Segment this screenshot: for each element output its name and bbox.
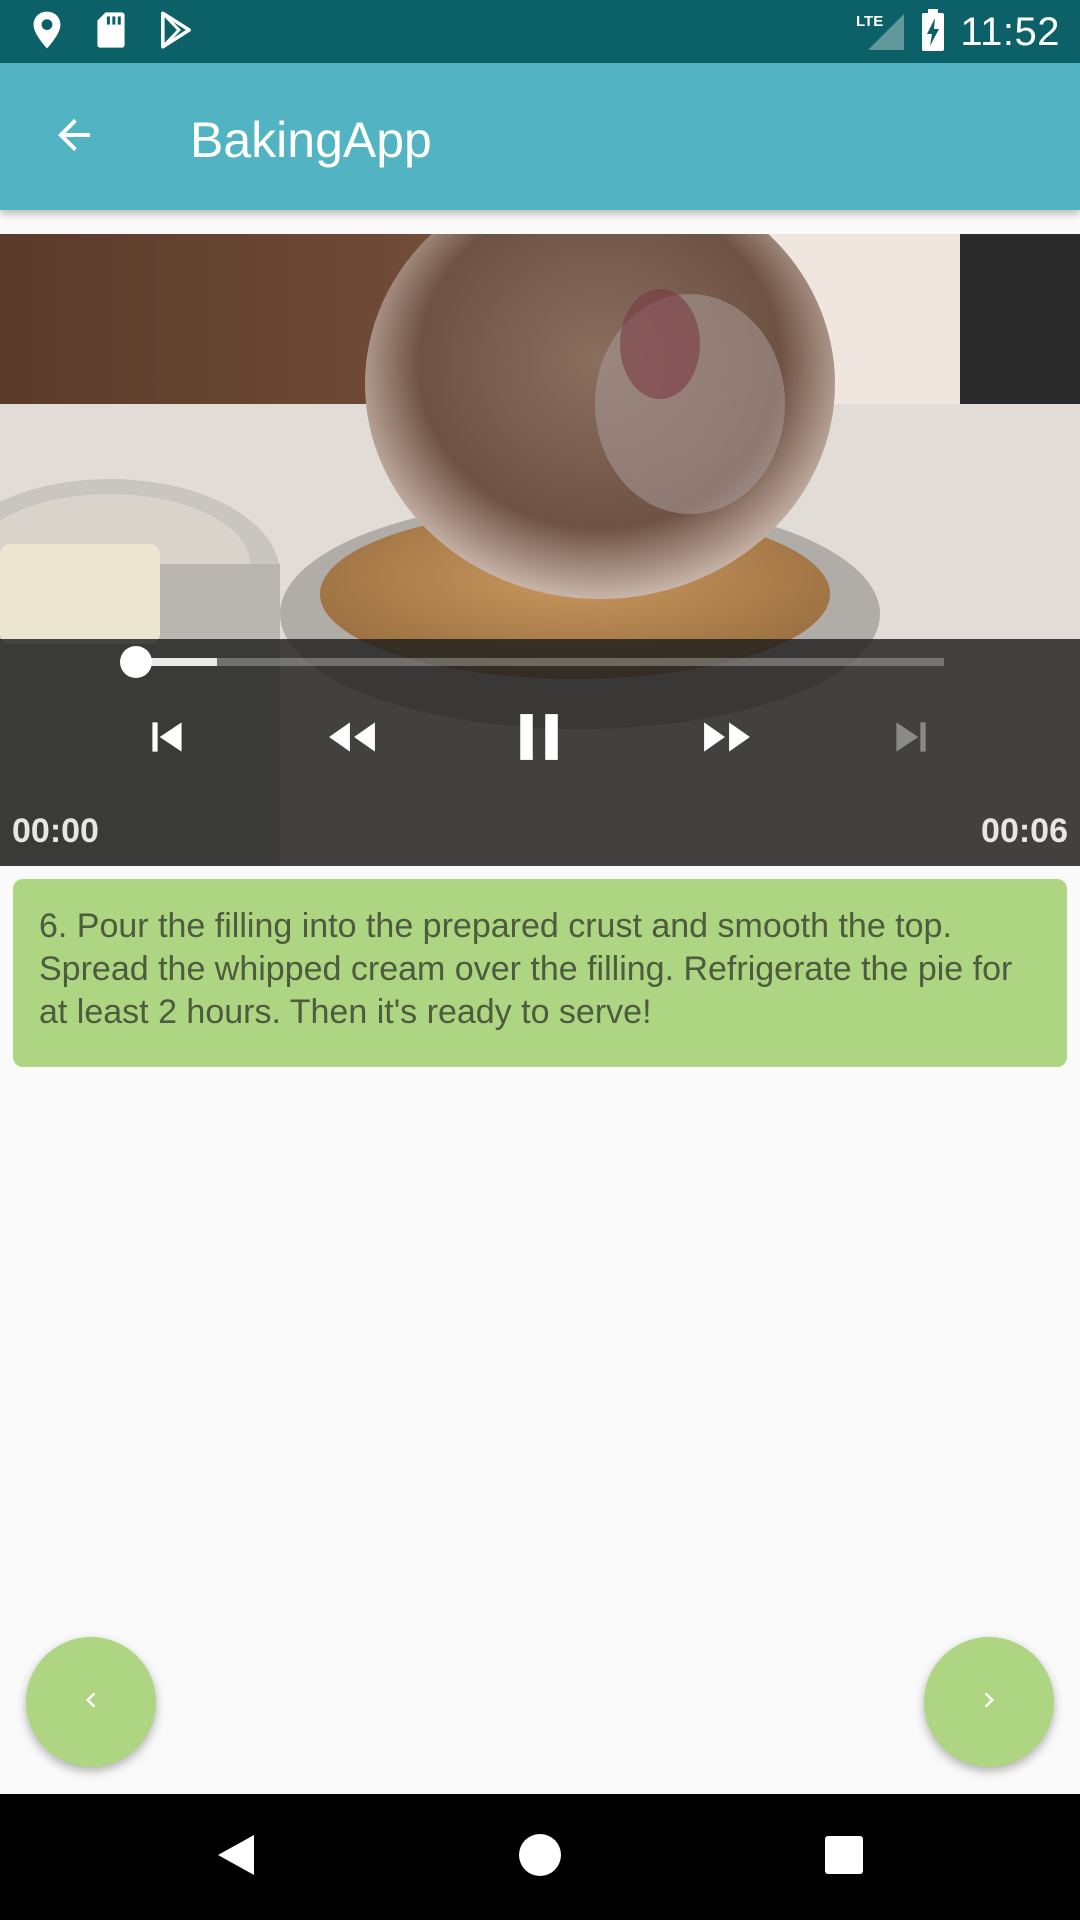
nav-recents-button[interactable] (804, 1817, 884, 1897)
triangle-back-icon (214, 1831, 258, 1884)
previous-step-button[interactable] (26, 1637, 156, 1767)
fast-forward-icon (694, 712, 760, 767)
step-description-card: 6. Pour the filling into the prepared cr… (13, 879, 1067, 1067)
step-description: 6. Pour the filling into the prepared cr… (39, 907, 1013, 1031)
seek-thumb[interactable] (120, 646, 152, 678)
location-icon (30, 10, 64, 55)
chevron-right-icon (974, 1685, 1004, 1720)
battery-charging-icon (920, 8, 946, 57)
network-label: LTE (856, 13, 883, 30)
player-controls: 00:00 00:06 (0, 639, 1080, 866)
square-recents-icon (824, 1835, 864, 1880)
skip-previous-button[interactable] (122, 699, 212, 779)
chevron-left-icon (76, 1685, 106, 1720)
circle-home-icon (518, 1833, 562, 1882)
next-step-button[interactable] (924, 1637, 1054, 1767)
nav-home-button[interactable] (500, 1817, 580, 1897)
seek-bar[interactable] (120, 646, 944, 678)
duration: 00:06 (981, 812, 1068, 850)
current-position: 00:00 (12, 812, 99, 850)
play-store-icon (158, 10, 194, 54)
video-player[interactable]: 00:00 00:06 (0, 234, 1080, 866)
fast-forward-button[interactable] (682, 699, 772, 779)
pause-button[interactable] (494, 699, 584, 779)
status-bar: LTE 11:52 (0, 0, 1080, 63)
arrow-back-icon (50, 111, 98, 164)
app-title: BakingApp (190, 112, 432, 168)
skip-next-icon (886, 712, 936, 767)
skip-previous-icon (142, 712, 192, 767)
nav-back-button[interactable] (196, 1817, 276, 1897)
system-nav-bar (0, 1794, 1080, 1920)
skip-next-button[interactable] (866, 699, 956, 779)
signal-icon: LTE (854, 8, 906, 57)
rewind-icon (319, 712, 385, 767)
back-button[interactable] (40, 103, 108, 171)
sd-card-icon (94, 11, 128, 54)
rewind-button[interactable] (307, 699, 397, 779)
clock: 11:52 (960, 9, 1060, 54)
pause-icon (514, 709, 564, 770)
app-bar: BakingApp (0, 63, 1080, 210)
